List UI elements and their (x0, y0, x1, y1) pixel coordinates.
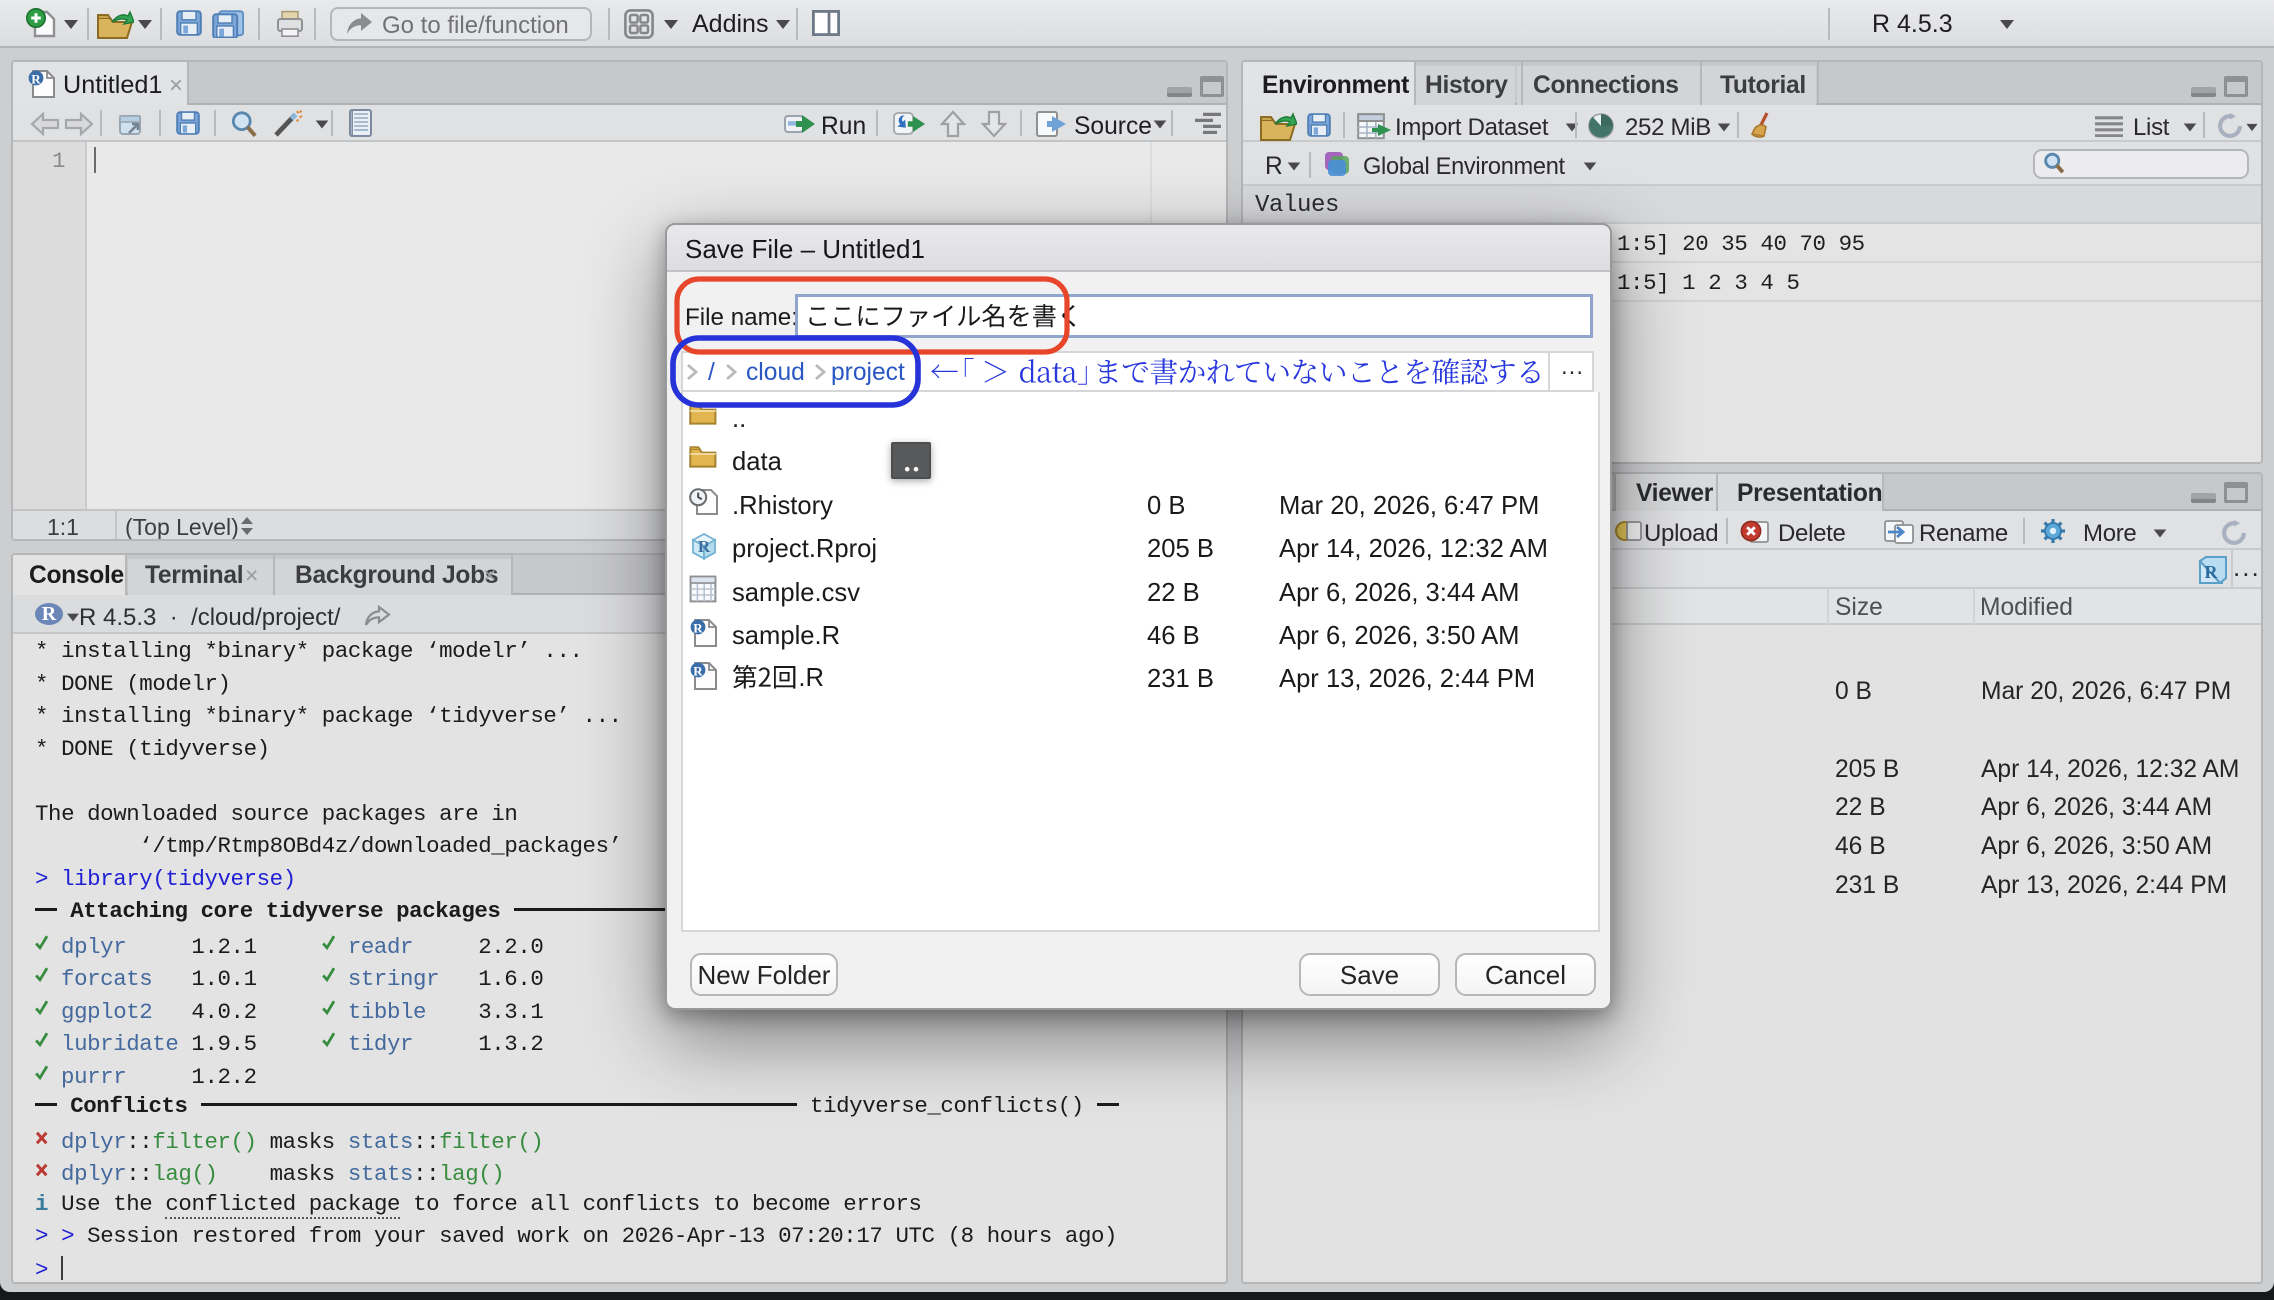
svg-text:R: R (693, 664, 703, 679)
svg-text:R: R (31, 71, 41, 86)
svg-text:R: R (2205, 562, 2219, 582)
svg-text:R: R (693, 620, 703, 635)
svg-text:R: R (698, 537, 711, 556)
svg-text:R: R (42, 603, 57, 625)
